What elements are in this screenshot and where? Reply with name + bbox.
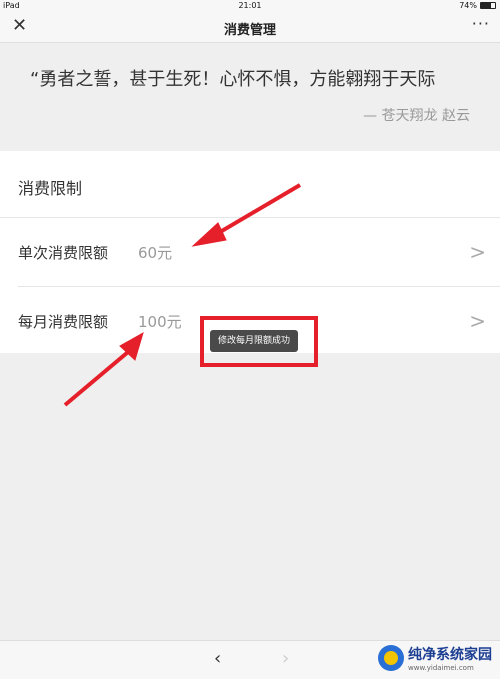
battery-fill <box>481 3 492 8</box>
watermark-url: www.yidaimei.com <box>408 664 474 672</box>
row-single-limit[interactable]: 单次消费限额 60元 > <box>0 218 500 286</box>
battery-icon <box>480 2 496 9</box>
watermark-logo-icon <box>378 645 404 671</box>
forward-arrow-icon[interactable]: › <box>282 648 289 669</box>
battery-percent: 74% <box>459 1 477 10</box>
toast-message: 修改每月限额成功 <box>210 330 299 352</box>
quote-text: “勇者之誓，甚于生死！心怀不惧，方能翱翔于天际 <box>30 69 436 90</box>
annotation-arrow-2 <box>63 350 130 407</box>
status-time: 21:01 <box>238 1 262 10</box>
single-limit-label: 单次消费限额 <box>18 244 109 262</box>
monthly-limit-value: 100元 <box>138 313 182 331</box>
quote-banner: “勇者之誓，甚于生死！心怀不惧，方能翱翔于天际 — 苍天翔龙 赵云 <box>0 43 500 151</box>
navigation-bar: ✕ 消费管理 ··· <box>0 12 500 43</box>
back-arrow-icon[interactable]: ‹ <box>214 648 221 669</box>
chevron-right-icon: > <box>469 309 486 333</box>
more-icon[interactable]: ··· <box>472 14 490 33</box>
status-bar: iPad 21:01 74% <box>0 0 500 12</box>
quote-author: — 苍天翔龙 赵云 <box>363 108 470 124</box>
section-title: 消费限制 <box>18 179 83 198</box>
monthly-limit-label: 每月消费限额 <box>18 313 109 331</box>
battery-status: 74% <box>459 1 496 10</box>
chevron-right-icon: > <box>469 240 486 264</box>
watermark-label: 纯净系统家园 www.yidaimei.com <box>408 644 492 672</box>
watermark: 纯净系统家园 www.yidaimei.com <box>378 640 492 676</box>
page-title: 消费管理 <box>223 23 276 38</box>
watermark-text: 纯净系统家园 <box>408 647 492 663</box>
single-limit-value: 60元 <box>138 244 173 262</box>
